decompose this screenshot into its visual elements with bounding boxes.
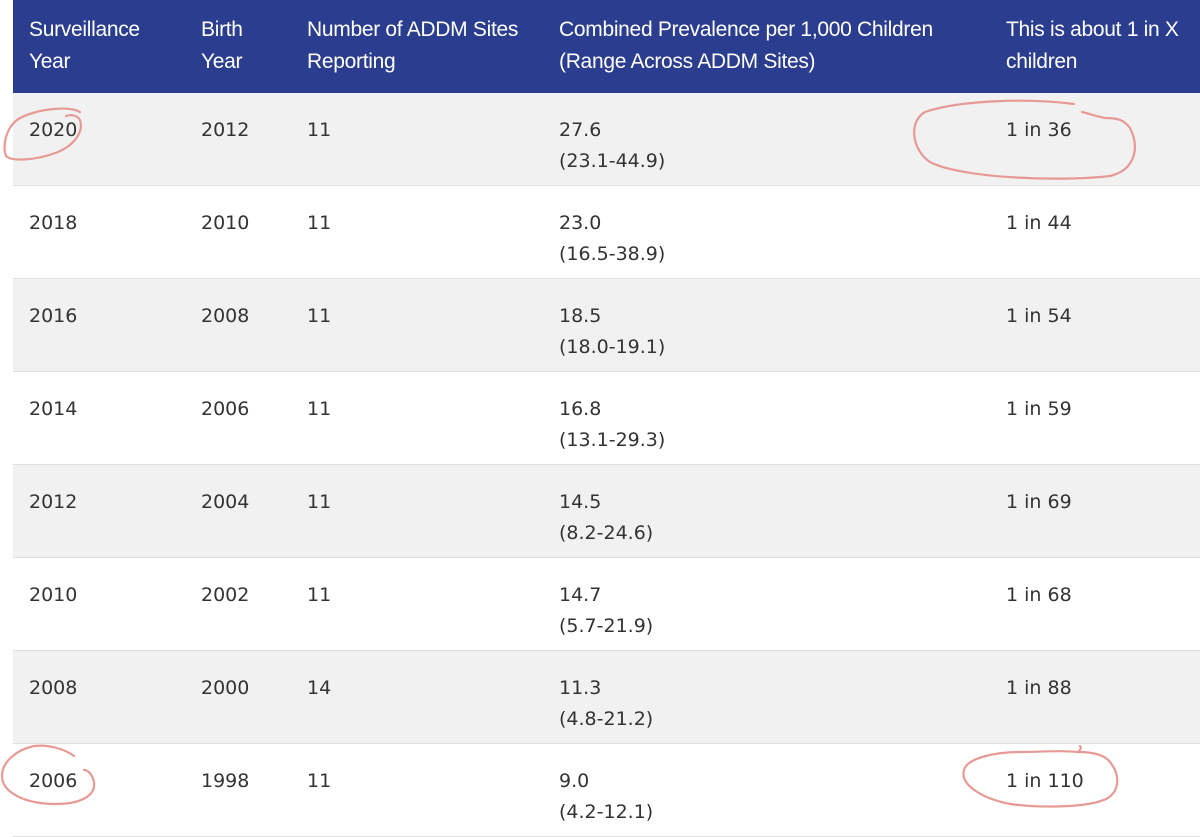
- sites-cell: 11: [307, 212, 332, 234]
- surveillance-year-cell: 2020: [29, 119, 78, 141]
- header-birth-year: Birth Year: [201, 14, 243, 78]
- sites-cell: 11: [307, 398, 332, 420]
- sites-cell: 14: [307, 677, 332, 699]
- header-line: Combined Prevalence per 1,000 Children: [559, 18, 933, 41]
- surveillance-year-cell: 2014: [29, 398, 78, 420]
- table-row: 2006 1998 11 9.0 (4.2-12.1) 1 in 110: [13, 744, 1200, 837]
- surveillance-year-cell: 2008: [29, 677, 78, 699]
- prevalence-value: 16.8: [559, 398, 602, 420]
- header-line: Number of ADDM Sites: [307, 18, 519, 41]
- prevalence-range: (16.5-38.9): [559, 243, 666, 265]
- prevalence-range: (8.2-24.6): [559, 522, 654, 544]
- header-line: Birth: [201, 18, 243, 41]
- one-in-x-cell: 1 in 88: [1006, 677, 1072, 699]
- header-line: Year: [29, 50, 71, 73]
- prevalence-cell: 23.0 (16.5-38.9): [559, 208, 665, 270]
- header-line: Year: [201, 50, 243, 73]
- prevalence-value: 14.7: [559, 584, 602, 606]
- header-surveillance-year: Surveillance Year: [29, 14, 140, 78]
- prevalence-range: (5.7-21.9): [559, 615, 654, 637]
- surveillance-year-cell: 2016: [29, 305, 78, 327]
- prevalence-value: 23.0: [559, 212, 602, 234]
- table-header: Surveillance Year Birth Year Number of A…: [13, 0, 1200, 93]
- one-in-x-cell: 1 in 44: [1006, 212, 1072, 234]
- prevalence-cell: 18.5 (18.0-19.1): [559, 301, 665, 363]
- header-line: (Range Across ADDM Sites): [559, 50, 816, 73]
- one-in-x-cell: 1 in 69: [1006, 491, 1072, 513]
- surveillance-year-cell: 2010: [29, 584, 78, 606]
- one-in-x-cell: 1 in 110: [1006, 770, 1084, 792]
- birth-year-cell: 2002: [201, 584, 250, 606]
- header-line: Surveillance: [29, 18, 140, 41]
- prevalence-cell: 14.5 (8.2-24.6): [559, 487, 653, 549]
- birth-year-cell: 2010: [201, 212, 250, 234]
- birth-year-cell: 2008: [201, 305, 250, 327]
- table-row: 2014 2006 11 16.8 (13.1-29.3) 1 in 59: [13, 372, 1200, 465]
- prevalence-value: 11.3: [559, 677, 602, 699]
- header-line: children: [1006, 50, 1078, 73]
- header-addm-sites: Number of ADDM Sites Reporting: [307, 14, 518, 78]
- table-row: 2010 2002 11 14.7 (5.7-21.9) 1 in 68: [13, 558, 1200, 651]
- header-line: Reporting: [307, 50, 396, 73]
- prevalence-range: (13.1-29.3): [559, 429, 666, 451]
- prevalence-cell: 9.0 (4.2-12.1): [559, 766, 653, 828]
- prevalence-range: (23.1-44.9): [559, 150, 666, 172]
- prevalence-table: Surveillance Year Birth Year Number of A…: [13, 0, 1200, 837]
- one-in-x-cell: 1 in 54: [1006, 305, 1072, 327]
- sites-cell: 11: [307, 770, 332, 792]
- sites-cell: 11: [307, 584, 332, 606]
- prevalence-range: (18.0-19.1): [559, 336, 666, 358]
- prevalence-cell: 11.3 (4.8-21.2): [559, 673, 653, 735]
- surveillance-year-cell: 2012: [29, 491, 78, 513]
- table-row: 2012 2004 11 14.5 (8.2-24.6) 1 in 69: [13, 465, 1200, 558]
- birth-year-cell: 2006: [201, 398, 250, 420]
- birth-year-cell: 2004: [201, 491, 250, 513]
- prevalence-range: (4.8-21.2): [559, 708, 654, 730]
- one-in-x-cell: 1 in 59: [1006, 398, 1072, 420]
- prevalence-value: 9.0: [559, 770, 590, 792]
- surveillance-year-cell: 2006: [29, 770, 78, 792]
- table-row: 2018 2010 11 23.0 (16.5-38.9) 1 in 44: [13, 186, 1200, 279]
- table-row: 2016 2008 11 18.5 (18.0-19.1) 1 in 54: [13, 279, 1200, 372]
- sites-cell: 11: [307, 119, 332, 141]
- one-in-x-cell: 1 in 36: [1006, 119, 1072, 141]
- one-in-x-cell: 1 in 68: [1006, 584, 1072, 606]
- prevalence-cell: 14.7 (5.7-21.9): [559, 580, 653, 642]
- table-row: 2008 2000 14 11.3 (4.8-21.2) 1 in 88: [13, 651, 1200, 744]
- prevalence-value: 27.6: [559, 119, 602, 141]
- sites-cell: 11: [307, 491, 332, 513]
- prevalence-value: 14.5: [559, 491, 602, 513]
- prevalence-cell: 16.8 (13.1-29.3): [559, 394, 665, 456]
- table-row: 2020 2012 11 27.6 (23.1-44.9) 1 in 36: [13, 93, 1200, 186]
- prevalence-value: 18.5: [559, 305, 602, 327]
- sites-cell: 11: [307, 305, 332, 327]
- surveillance-year-cell: 2018: [29, 212, 78, 234]
- header-line: This is about 1 in X: [1006, 18, 1179, 41]
- prevalence-cell: 27.6 (23.1-44.9): [559, 115, 665, 177]
- header-one-in-x: This is about 1 in X children: [1006, 14, 1179, 78]
- prevalence-range: (4.2-12.1): [559, 801, 654, 823]
- birth-year-cell: 2000: [201, 677, 250, 699]
- birth-year-cell: 2012: [201, 119, 250, 141]
- header-combined-prevalence: Combined Prevalence per 1,000 Children (…: [559, 14, 933, 78]
- birth-year-cell: 1998: [201, 770, 250, 792]
